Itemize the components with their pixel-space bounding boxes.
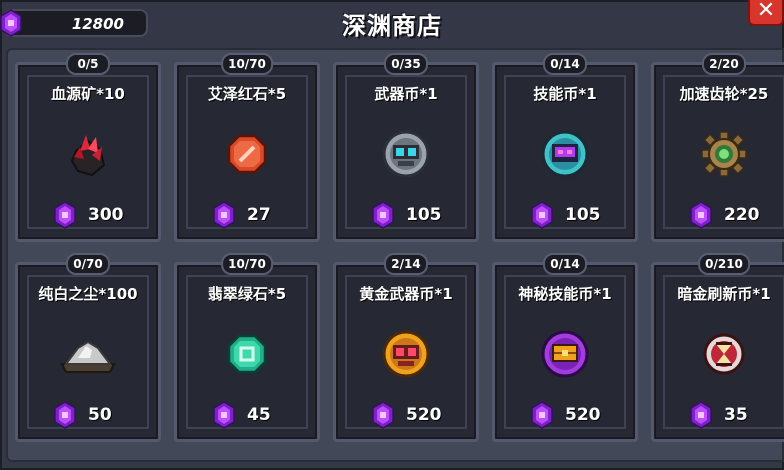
shop-item-card[interactable]: 0/5 血源矿*10 300 xyxy=(15,53,161,242)
shop-item-card[interactable]: 0/210 暗金刷新币*1 35 xyxy=(651,253,784,442)
shop-item-card[interactable]: 10/70 翡翠绿石*5 45 xyxy=(174,253,320,442)
skill-coin-icon xyxy=(541,130,589,178)
blood-ore-icon xyxy=(70,135,106,177)
shop-item-card[interactable]: 2/20 加速齿轮*25 220 xyxy=(651,53,784,242)
mystic-skill-coin-icon xyxy=(541,330,589,378)
close-button[interactable]: ✕ xyxy=(748,0,784,26)
item-name: 血源矿*10 xyxy=(51,85,125,103)
dark-gold-refresh-coin-icon xyxy=(703,333,745,375)
item-price: 105 xyxy=(565,205,601,225)
shop-item-card[interactable]: 0/35 武器币*1 105 xyxy=(333,53,479,242)
stock-badge: 10/70 xyxy=(221,53,273,75)
green-stone-icon xyxy=(227,334,267,374)
item-name: 翡翠绿石*5 xyxy=(207,285,287,303)
item-price: 35 xyxy=(724,405,748,425)
item-price: 300 xyxy=(88,205,124,225)
shop-grid: 0/5 血源矿*10 300 10/70 艾泽红石*5 27 0/35 武器币*… xyxy=(6,48,784,462)
purple-gem-icon xyxy=(372,401,394,429)
item-price: 27 xyxy=(247,205,271,225)
item-price: 105 xyxy=(406,205,442,225)
item-price: 50 xyxy=(88,405,112,425)
white-dust-icon xyxy=(60,340,116,373)
stock-badge: 2/20 xyxy=(702,53,746,75)
purple-gem-icon xyxy=(531,201,553,229)
gold-weapon-coin-icon xyxy=(382,330,430,378)
stock-badge: 0/5 xyxy=(66,53,110,75)
shop-item-card[interactable]: 0/70 纯白之尘*100 50 xyxy=(15,253,161,442)
red-stone-icon xyxy=(227,134,267,174)
gear-icon xyxy=(701,131,747,177)
purple-gem-icon xyxy=(372,201,394,229)
purple-gem-icon xyxy=(54,201,76,229)
item-name: 加速齿轮*25 xyxy=(679,85,769,103)
page-title: 深渊商店 xyxy=(342,12,442,40)
shop-item-card[interactable]: 10/70 艾泽红石*5 27 xyxy=(174,53,320,242)
stock-badge: 0/210 xyxy=(698,253,750,275)
item-name: 纯白之尘*100 xyxy=(38,285,138,303)
stock-badge: 0/70 xyxy=(66,253,110,275)
shop-window: 12800 深渊商店 ✕ 0/5 血源矿*10 300 10/70 艾泽红石*5… xyxy=(0,0,784,470)
stock-badge: 0/14 xyxy=(543,53,587,75)
stock-badge: 0/14 xyxy=(543,253,587,275)
item-price: 520 xyxy=(406,405,442,425)
item-price: 220 xyxy=(724,205,760,225)
shop-item-card[interactable]: 0/14 神秘技能币*1 520 xyxy=(492,253,638,442)
stock-badge: 0/35 xyxy=(384,53,428,75)
purple-gem-icon xyxy=(531,401,553,429)
item-name: 艾泽红石*5 xyxy=(207,85,287,103)
item-price: 520 xyxy=(565,405,601,425)
item-name: 暗金刷新币*1 xyxy=(677,285,771,303)
purple-gem-icon xyxy=(54,401,76,429)
item-name: 神秘技能币*1 xyxy=(518,285,612,303)
stock-badge: 10/70 xyxy=(221,253,273,275)
purple-gem-icon xyxy=(213,401,235,429)
item-name: 黄金武器币*1 xyxy=(359,285,453,303)
shop-item-card[interactable]: 2/14 黄金武器币*1 520 xyxy=(333,253,479,442)
item-price: 45 xyxy=(247,405,271,425)
purple-gem-icon xyxy=(690,401,712,429)
item-name: 技能币*1 xyxy=(533,85,597,103)
weapon-coin-icon xyxy=(382,130,430,178)
item-name: 武器币*1 xyxy=(374,85,438,103)
purple-gem-icon xyxy=(213,201,235,229)
stock-badge: 2/14 xyxy=(384,253,428,275)
shop-item-card[interactable]: 0/14 技能币*1 105 xyxy=(492,53,638,242)
purple-gem-icon xyxy=(690,201,712,229)
